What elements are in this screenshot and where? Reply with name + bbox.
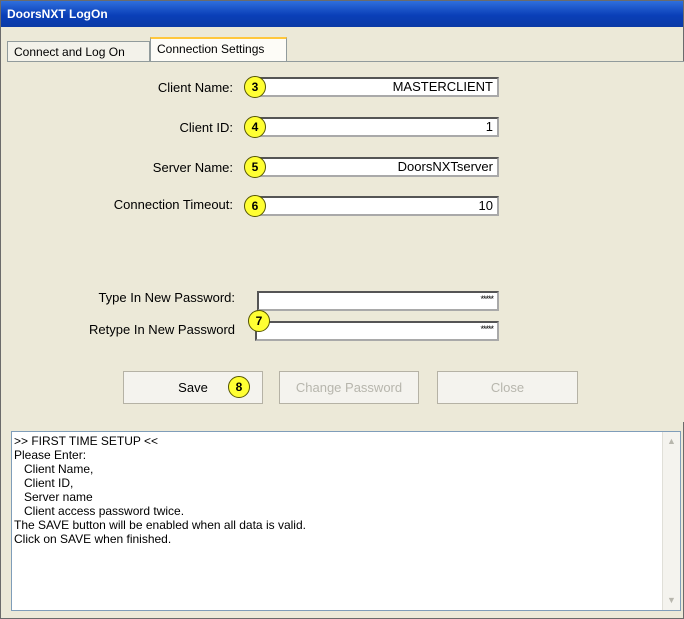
- logon-window: DoorsNXT LogOn Connect and Log On Connec…: [0, 0, 684, 619]
- scroll-down-icon[interactable]: ▼: [664, 593, 679, 608]
- client-name-label: Client Name:: [157, 80, 233, 95]
- change-password-button[interactable]: Change Password: [279, 371, 419, 404]
- console-line: Server name: [14, 490, 93, 504]
- retype-password-label: Retype In New Password: [89, 322, 235, 337]
- server-name-field[interactable]: DoorsNXTserver: [259, 157, 499, 177]
- close-button[interactable]: Close: [437, 371, 578, 404]
- console-line: Client ID,: [14, 476, 74, 490]
- callout-badge-5: 5: [244, 156, 266, 178]
- vertical-scrollbar[interactable]: ▲ ▼: [662, 432, 680, 610]
- connection-timeout-label: Connection Timeout:: [113, 197, 233, 212]
- tab-connect-and-log-on[interactable]: Connect and Log On: [7, 41, 150, 61]
- console-line: Client access password twice.: [14, 504, 185, 518]
- window-title: DoorsNXT LogOn: [7, 7, 108, 21]
- console-line: >> FIRST TIME SETUP <<: [14, 434, 159, 448]
- new-password-label: Type In New Password:: [98, 290, 235, 305]
- console-line: Click on SAVE when finished.: [14, 532, 172, 546]
- retype-password-field[interactable]: *****: [255, 321, 499, 341]
- connection-timeout-field[interactable]: 10: [259, 196, 499, 216]
- client-name-field[interactable]: MASTERCLIENT: [259, 77, 499, 97]
- new-password-field[interactable]: *****: [257, 291, 499, 311]
- client-id-label: Client ID:: [179, 120, 233, 135]
- title-bar[interactable]: DoorsNXT LogOn: [1, 1, 683, 27]
- save-button-label: Save: [178, 380, 208, 395]
- tab-connection-settings[interactable]: Connection Settings: [150, 37, 287, 61]
- console-line: Please Enter:: [14, 448, 87, 462]
- callout-badge-7: 7: [248, 310, 270, 332]
- callout-badge-8: 8: [228, 376, 250, 398]
- client-id-field[interactable]: 1: [259, 117, 499, 137]
- console-line: Client Name,: [14, 462, 94, 476]
- callout-badge-4: 4: [244, 116, 266, 138]
- setup-instructions-box[interactable]: >> FIRST TIME SETUP << Please Enter: Cli…: [11, 431, 681, 611]
- server-name-label: Server Name:: [152, 160, 233, 175]
- callout-badge-3: 3: [244, 76, 266, 98]
- console-line: The SAVE button will be enabled when all…: [14, 518, 306, 532]
- connection-settings-panel: [7, 61, 684, 422]
- scroll-up-icon[interactable]: ▲: [664, 434, 679, 449]
- callout-badge-6: 6: [244, 195, 266, 217]
